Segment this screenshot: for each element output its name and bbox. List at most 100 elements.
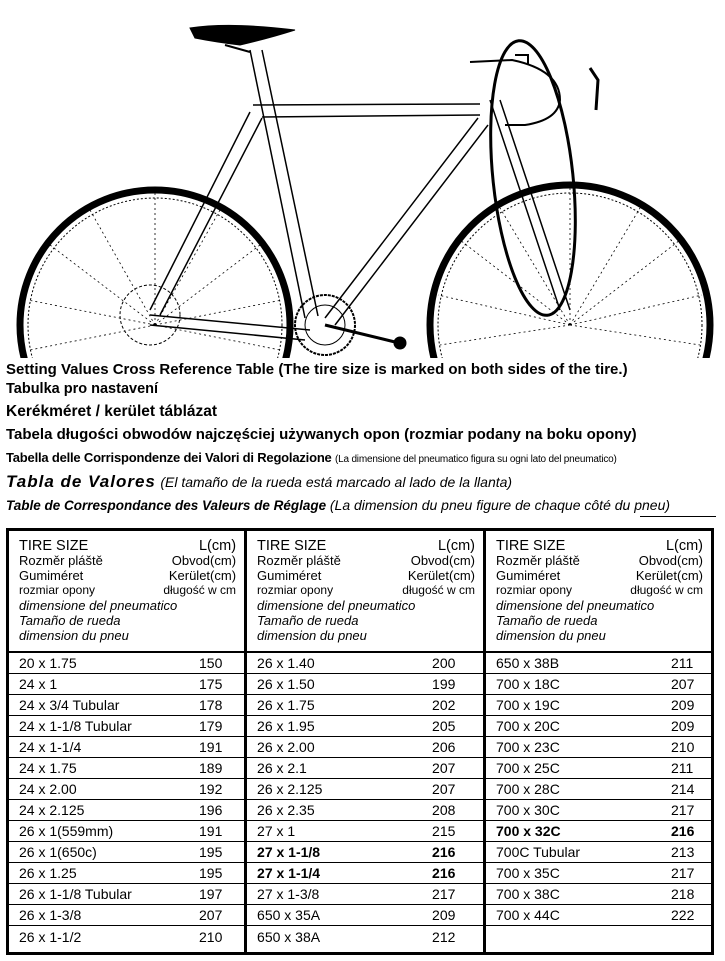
tire-size-cell: 26 x 1-3/8 — [19, 907, 82, 923]
bicycle-illustration — [16, 24, 714, 358]
header-length-czech: Obvod(cm) — [410, 553, 475, 568]
table-row: 27 x 1-3/8 217 — [247, 884, 483, 905]
tire-size-cell: 26 x 2.35 — [257, 802, 315, 818]
tire-size-cell: 700 x 25C — [496, 760, 560, 776]
table-row: 26 x 1.25 195 — [9, 863, 245, 884]
length-cell: 179 — [199, 718, 223, 734]
table-column-2: TIRE SIZE L(cm) Rozměr pláště Obvod(cm) Gu… — [247, 531, 486, 952]
header-tire-size: TIRE SIZE — [19, 538, 89, 554]
column-header: TIRE SIZE L(cm) Rozměr pláště Obvod(cm) Gu… — [486, 531, 711, 653]
length-cell: 195 — [199, 844, 223, 860]
header-length-polish: długość w cm — [402, 583, 475, 597]
table-row: 700 x 25C 211 — [486, 758, 711, 779]
tire-size-cell: 700 x 32C — [496, 823, 561, 839]
title-italian-note: (La dimensione del pneumatico figura su … — [335, 454, 617, 465]
table-row: 700 x 18C 207 — [486, 674, 711, 695]
header-size-czech: Rozměr pláště — [257, 553, 341, 568]
length-cell: 207 — [432, 760, 456, 776]
table-row: 700 x 35C 217 — [486, 863, 711, 884]
table-row: 650 x 38B 211 — [486, 653, 711, 674]
length-cell: 210 — [671, 739, 695, 755]
header-size-italian: dimensione del pneumatico — [19, 597, 178, 613]
length-cell: 216 — [671, 823, 695, 839]
table-row: 27 x 1-1/4 216 — [247, 863, 483, 884]
header-size-french: dimension du pneu — [257, 627, 367, 643]
table-row: 700 x 23C 210 — [486, 737, 711, 758]
length-cell: 211 — [671, 760, 694, 776]
table-row: 24 x 1.75 189 — [9, 758, 245, 779]
tire-size-cell: 26 x 2.125 — [257, 781, 323, 797]
table-row — [486, 926, 711, 947]
header-size-czech: Rozměr pláště — [19, 553, 103, 568]
length-cell: 212 — [432, 928, 456, 945]
table-row: 26 x 1.95 205 — [247, 716, 483, 737]
length-cell: 178 — [199, 697, 223, 713]
tire-size-cell: 650 x 38A — [257, 928, 321, 945]
title-french: Table de Correspondance des Valeurs de R… — [6, 498, 670, 513]
header-length: L(cm) — [437, 538, 475, 554]
length-cell: 218 — [671, 886, 695, 902]
tire-size-cell: 24 x 3/4 Tubular — [19, 697, 120, 713]
length-cell: 213 — [671, 844, 695, 860]
title-spanish-note: (El tamaño de la rueda está marcado al l… — [160, 474, 513, 490]
tire-size-cell: 26 x 1-1/2 — [19, 928, 82, 945]
tire-size-cell: 700 x 19C — [496, 697, 560, 713]
bicycle-frame — [149, 49, 571, 341]
table-row: 26 x 1.40 200 — [247, 653, 483, 674]
length-cell: 192 — [199, 781, 223, 797]
tire-size-cell: 700 x 38C — [496, 886, 560, 902]
table-row: 27 x 1 215 — [247, 821, 483, 842]
tire-size-cell: 24 x 1-1/8 Tubular — [19, 718, 132, 734]
length-cell: 195 — [199, 865, 223, 881]
table-row: 26 x 2.00 206 — [247, 737, 483, 758]
header-size-hungarian: Gumiméret — [496, 567, 561, 583]
title-polish: Tabela długości obwodów najczęściej używ… — [6, 426, 637, 443]
table-row: 650 x 35A 209 — [247, 905, 483, 926]
table-row: 700C Tubular 213 — [486, 842, 711, 863]
header-size-czech: Rozměr pláště — [496, 553, 580, 568]
tire-size-cell: 650 x 35A — [257, 907, 321, 923]
header-size-italian: dimensione del pneumatico — [257, 597, 416, 613]
table-row: 26 x 2.125 207 — [247, 779, 483, 800]
header-size-polish: rozmiar opony — [19, 583, 96, 597]
length-cell: 209 — [671, 697, 695, 713]
length-cell: 197 — [199, 886, 223, 902]
tire-size-cell: 20 x 1.75 — [19, 655, 77, 671]
tire-size-cell: 24 x 1 — [19, 676, 58, 692]
title-french-main: Table de Correspondance des Valeurs de R… — [6, 498, 327, 513]
table-column-1: TIRE SIZE L(cm) Rozměr pláště Obvod(cm) Gu… — [9, 531, 248, 952]
length-cell: 207 — [671, 676, 695, 692]
tire-size-cell: 27 x 1-3/8 — [257, 886, 320, 902]
table-row: 700 x 30C 217 — [486, 800, 711, 821]
table-row: 26 x 2.1 207 — [247, 758, 483, 779]
table-row: 24 x 1-1/4 191 — [9, 737, 245, 758]
tire-size-cell: 26 x 1.75 — [257, 697, 315, 713]
divider-rule — [640, 516, 716, 517]
length-cell: 207 — [432, 781, 456, 797]
table-column-3: TIRE SIZE L(cm) Rozměr pláště Obvod(cm) Gu… — [486, 531, 711, 952]
table-row: 27 x 1-1/8 216 — [247, 842, 483, 863]
title-english: Setting Values Cross Reference Table (Th… — [6, 362, 628, 377]
table-row: 700 x 20C 209 — [486, 716, 711, 737]
tire-size-cell: 24 x 2.125 — [19, 802, 85, 818]
tire-size-cell: 700 x 23C — [496, 739, 560, 755]
table-row: 26 x 1.50 199 — [247, 674, 483, 695]
header-size-hungarian: Gumiméret — [19, 567, 84, 583]
title-czech: Tabulka pro nastavení — [6, 381, 159, 397]
length-cell: 202 — [432, 697, 456, 713]
tire-size-cell: 700 x 44C — [496, 907, 560, 923]
tire-size-cell: 26 x 1-1/8 Tubular — [19, 886, 132, 902]
header-size-french: dimension du pneu — [496, 627, 606, 643]
length-cell: 191 — [199, 739, 223, 755]
tire-size-cell: 24 x 1.75 — [19, 760, 77, 776]
tire-size-cell: 700C Tubular — [496, 844, 581, 860]
table-row: 700 x 19C 209 — [486, 695, 711, 716]
table-row: 650 x 38A 212 — [247, 926, 483, 947]
highlight-ellipse — [489, 39, 577, 317]
table-row: 20 x 1.75 150 — [9, 653, 245, 674]
length-cell: 217 — [432, 886, 456, 902]
length-cell: 214 — [671, 781, 695, 797]
header-size-spanish: Tamaño de rueda — [496, 612, 598, 628]
header-length-hungarian: Kerület(cm) — [635, 567, 703, 583]
table-row: 26 x 1(559mm) 191 — [9, 821, 245, 842]
